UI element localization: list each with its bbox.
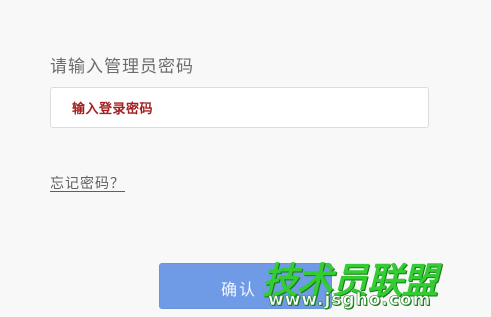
site-watermark-logo: 技术员联盟 www.jsgho.com bbox=[262, 252, 452, 314]
confirm-button-label: 确认 bbox=[221, 280, 258, 299]
watermark-url: www.jsgho.com bbox=[268, 290, 432, 311]
forgot-password-link[interactable]: 忘记密码？ bbox=[50, 173, 125, 193]
admin-password-prompt: 请输入管理员密码 bbox=[50, 57, 194, 77]
password-placeholder: 输入登录密码 bbox=[72, 102, 154, 117]
password-input[interactable]: 输入登录密码 bbox=[50, 87, 429, 128]
